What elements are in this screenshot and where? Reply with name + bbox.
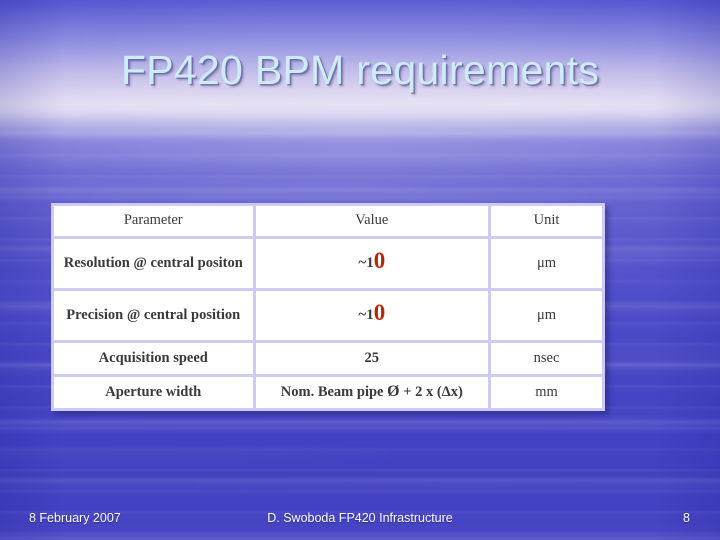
- cell-value-resolution: ~10: [255, 239, 489, 288]
- footer-page-number: 8: [683, 510, 690, 525]
- table-row: Aperture width Nom. Beam pipe Ø + 2 x (Δ…: [54, 377, 602, 408]
- column-header-value: Value: [255, 206, 489, 236]
- aperture-tail: + 2 x (Δx): [399, 384, 463, 401]
- table-row: Precision @ central position ~10 μm: [54, 291, 602, 340]
- value-highlight: 0: [373, 247, 386, 273]
- value-prefix: ~1: [358, 306, 374, 323]
- cell-unit-acquisition-speed: nsec: [491, 343, 602, 374]
- cell-parameter-resolution: Resolution @ central positon: [54, 239, 253, 288]
- diameter-symbol: Ø: [387, 383, 400, 401]
- cell-unit-precision: μm: [491, 291, 602, 340]
- cell-value-precision: ~10: [255, 291, 489, 340]
- cell-parameter-precision: Precision @ central position: [54, 291, 253, 340]
- table-row: Resolution @ central positon ~10 μm: [54, 239, 602, 288]
- requirements-table: Parameter Value Unit Resolution @ centra…: [51, 203, 605, 411]
- column-header-unit: Unit: [491, 206, 602, 236]
- cell-parameter-aperture-width: Aperture width: [54, 377, 253, 408]
- slide-title: FP420 BPM requirements: [120, 47, 600, 93]
- table-row: Acquisition speed 25 nsec: [54, 343, 602, 374]
- value-prefix: ~1: [358, 254, 374, 271]
- footer-center-text: D. Swoboda FP420 Infrastructure: [267, 510, 453, 525]
- cell-parameter-acquisition-speed: Acquisition speed: [54, 343, 253, 374]
- cell-value-acquisition-speed: 25: [255, 343, 489, 374]
- value-highlight: 0: [373, 299, 386, 325]
- table-header-row: Parameter Value Unit: [54, 206, 602, 236]
- presentation-slide: FP420 BPM requirements Parameter Value U…: [0, 0, 720, 540]
- aperture-lead: Nom. Beam pipe: [280, 384, 388, 401]
- cell-unit-aperture-width: mm: [491, 377, 602, 408]
- cell-unit-resolution: μm: [491, 239, 602, 288]
- column-header-parameter: Parameter: [54, 206, 253, 236]
- cell-value-aperture-width: Nom. Beam pipe Ø + 2 x (Δx): [255, 377, 489, 408]
